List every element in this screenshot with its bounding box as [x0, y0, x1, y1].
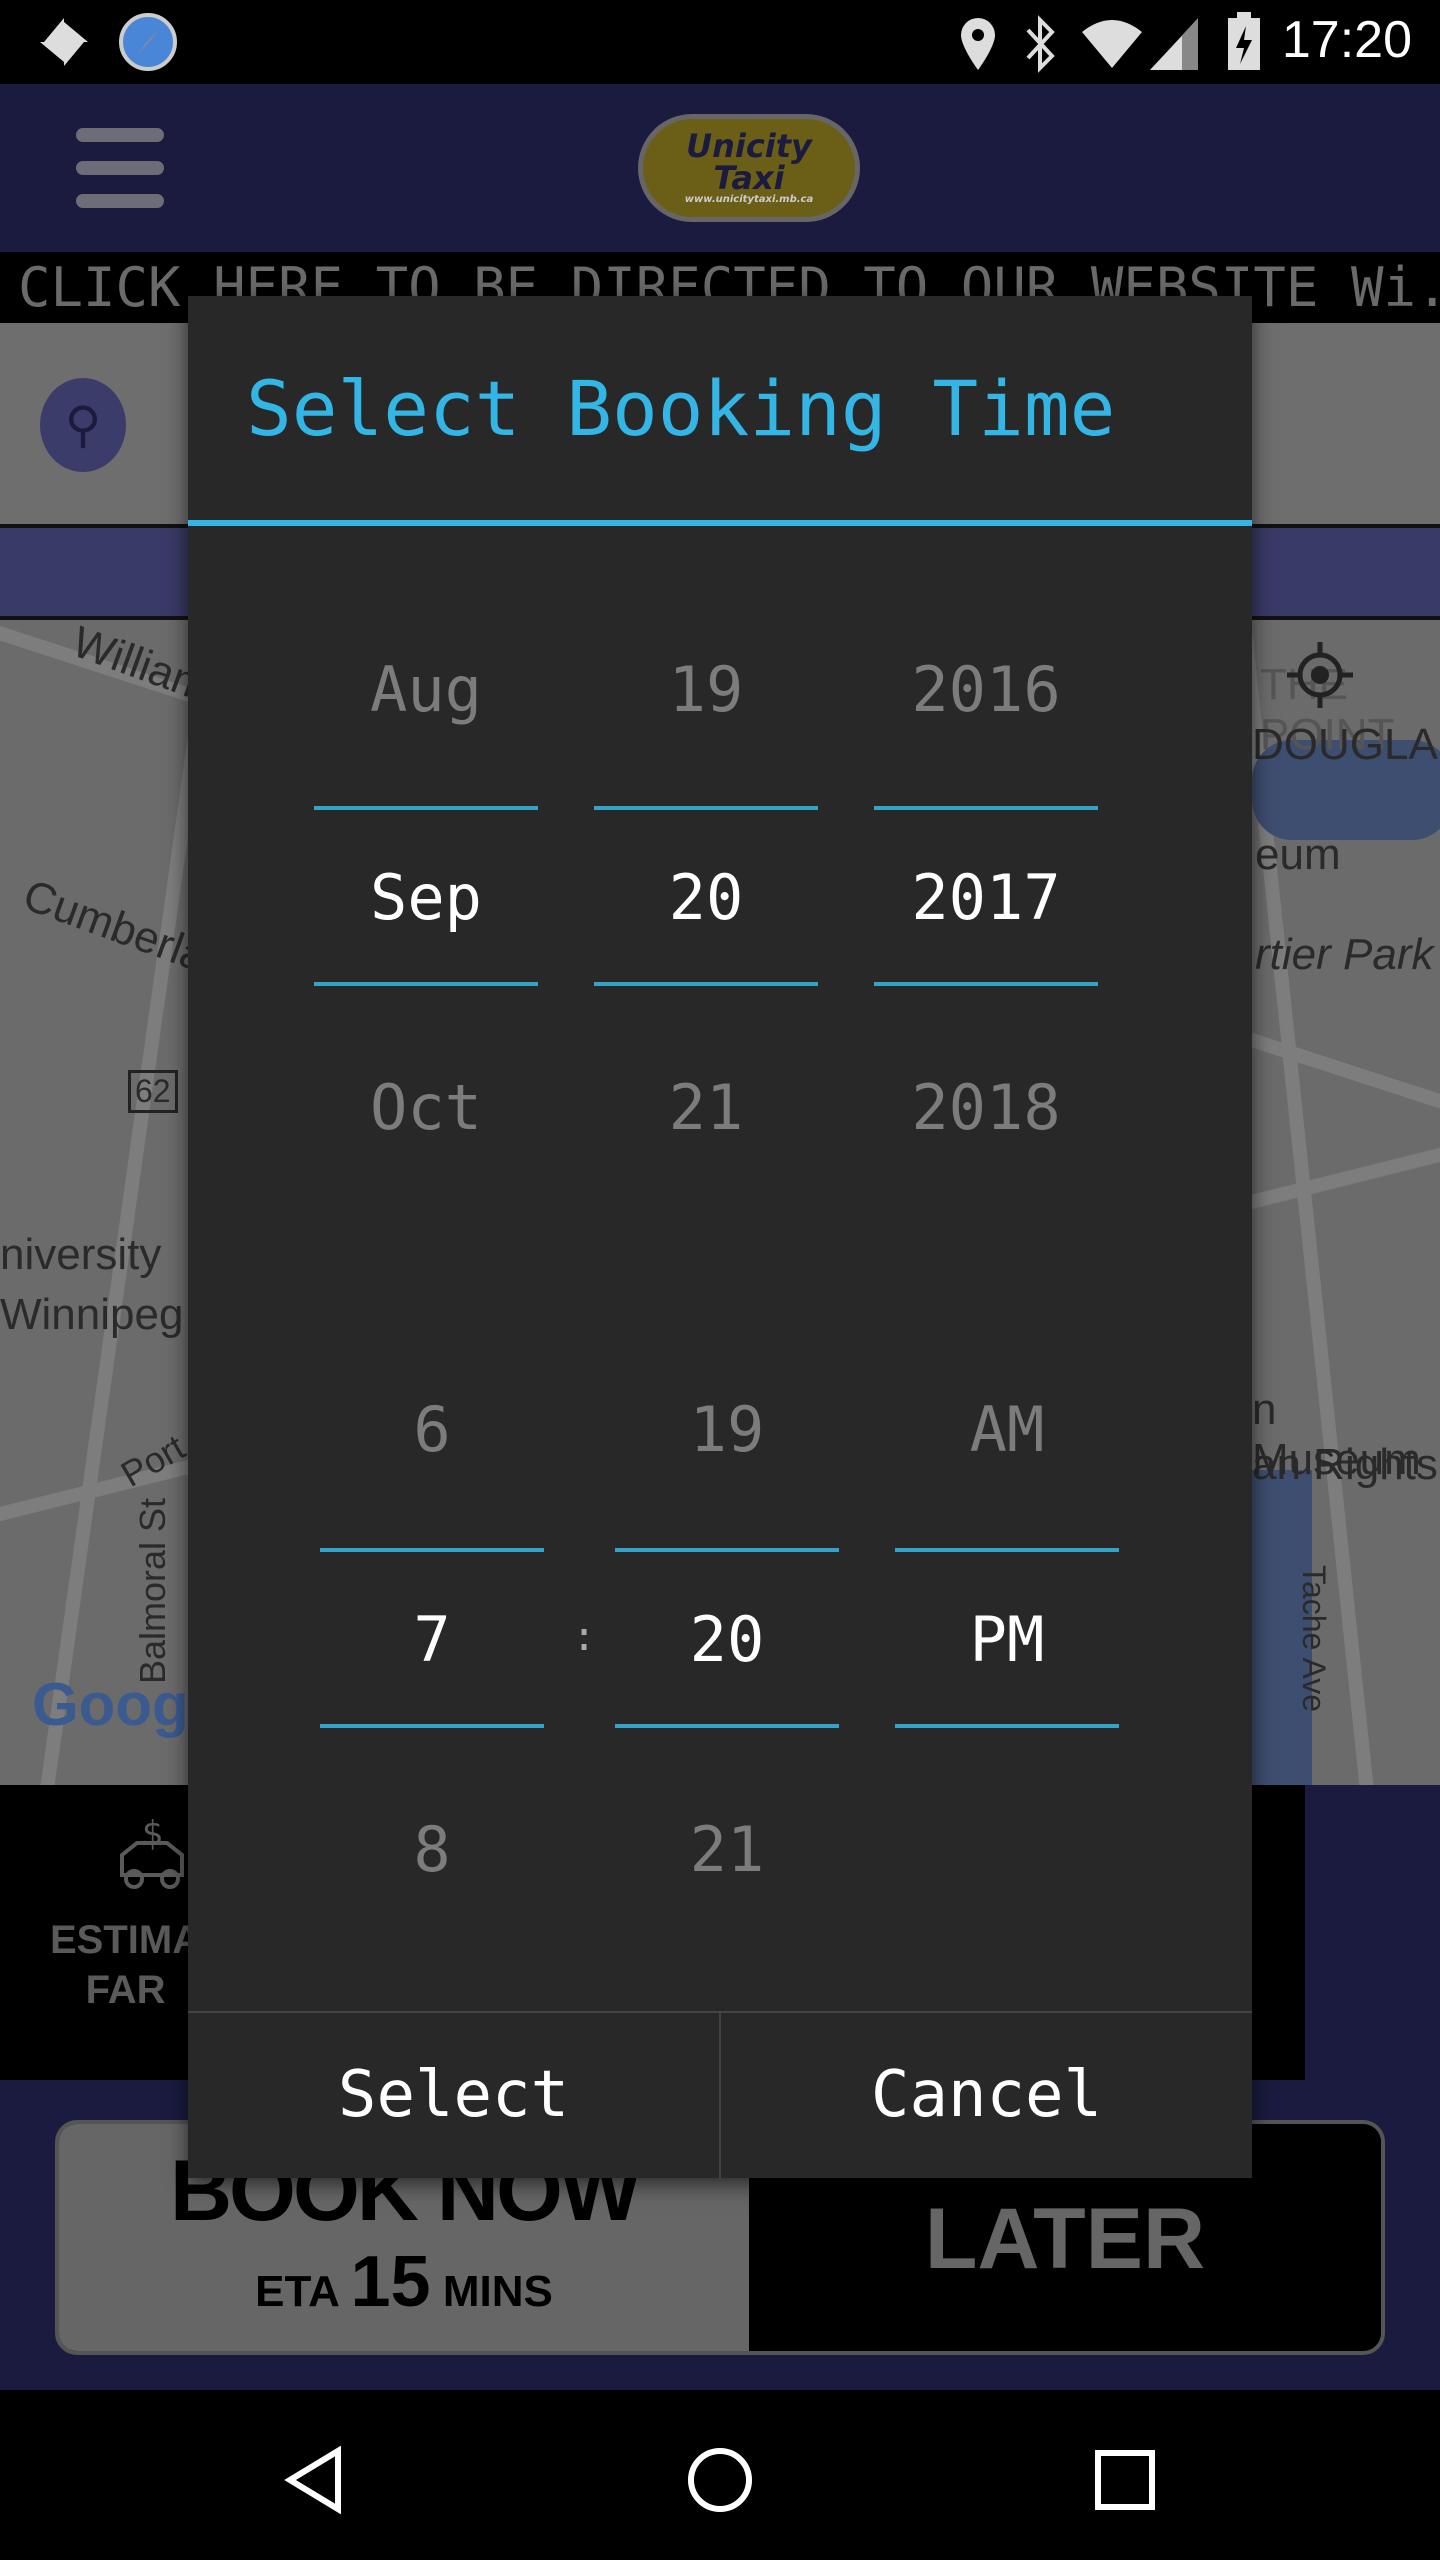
svg-text:$: $	[142, 1815, 164, 1854]
back-icon[interactable]	[280, 2445, 350, 2515]
my-location-icon[interactable]	[1285, 640, 1355, 710]
search-icon[interactable]: ⚲	[40, 378, 126, 472]
navigation-bar	[0, 2390, 1440, 2560]
map-label: Balmoral St	[132, 1497, 174, 1685]
location-icon	[961, 18, 995, 70]
ampm-prev[interactable]: AM	[895, 1390, 1119, 1470]
map-label: niversity	[0, 1230, 162, 1279]
map-label: eum	[1255, 830, 1341, 879]
map-label: Winnipeg	[0, 1290, 184, 1339]
eta-unit: MINS	[442, 2267, 553, 2316]
pinwheel-icon	[40, 18, 88, 66]
map-label: an Rights	[1252, 1440, 1438, 1489]
day-next[interactable]: 21	[594, 1068, 818, 1148]
wifi-icon	[1082, 20, 1142, 68]
map-label: 62	[128, 1070, 178, 1113]
dialog-title: Select Booking Time	[246, 364, 1116, 453]
minute-prev[interactable]: 19	[615, 1390, 839, 1470]
eta-prefix: ETA	[255, 2267, 339, 2316]
hour-next[interactable]: 8	[320, 1810, 544, 1890]
logo-url: www.unicitytaxi.mb.ca	[684, 194, 814, 205]
logo-word-1: Unicity	[686, 127, 812, 165]
time-separator: :	[572, 1614, 597, 1660]
recents-icon[interactable]	[1090, 2445, 1160, 2515]
clock: 17:20	[1281, 11, 1412, 69]
unicity-taxi-logo: Unicity Taxi www.unicitytaxi.mb.ca	[638, 114, 860, 222]
menu-icon[interactable]	[76, 128, 164, 208]
minute-next[interactable]: 21	[615, 1810, 839, 1890]
home-icon[interactable]	[685, 2445, 755, 2515]
estimate-label: ESTIMA	[50, 1918, 202, 1962]
signal-icon	[1150, 18, 1198, 70]
status-bar: 17:20	[0, 0, 1440, 84]
cancel-button[interactable]: Cancel	[719, 2013, 1252, 2178]
booking-time-dialog: Select Booking Time Aug Sep Oct 19 20 21…	[188, 296, 1252, 2178]
month-selected[interactable]: Sep	[314, 858, 538, 938]
bluetooth-icon	[1026, 15, 1055, 73]
app-header: Unicity Taxi www.unicitytaxi.mb.ca	[0, 84, 1440, 252]
logo-word-2: Taxi	[713, 159, 785, 197]
taxi-fare-icon: $	[120, 1815, 184, 1889]
month-prev[interactable]: Aug	[314, 650, 538, 730]
year-selected[interactable]: 2017	[874, 858, 1098, 938]
map-label: rtier Park	[1255, 930, 1434, 979]
day-prev[interactable]: 19	[594, 650, 818, 730]
battery-charging-icon	[1228, 12, 1260, 70]
fare-label: FAR	[85, 1968, 166, 2012]
compass-icon	[119, 13, 177, 71]
minute-selected[interactable]: 20	[615, 1600, 839, 1680]
hour-prev[interactable]: 6	[320, 1390, 544, 1470]
year-prev[interactable]: 2016	[874, 650, 1098, 730]
eta-value: 15	[350, 2242, 431, 2322]
ampm-selected[interactable]: PM	[895, 1600, 1119, 1680]
map-label: DOUGLAS	[1252, 720, 1440, 769]
month-next[interactable]: Oct	[314, 1068, 538, 1148]
title-divider	[188, 520, 1252, 526]
map-label: Tache Ave	[1296, 1564, 1333, 1713]
dialog-buttons: Select Cancel	[188, 2011, 1252, 2178]
select-button[interactable]: Select	[188, 2013, 719, 2178]
year-next[interactable]: 2018	[874, 1068, 1098, 1148]
hour-selected[interactable]: 7	[320, 1600, 544, 1680]
day-selected[interactable]: 20	[594, 858, 818, 938]
